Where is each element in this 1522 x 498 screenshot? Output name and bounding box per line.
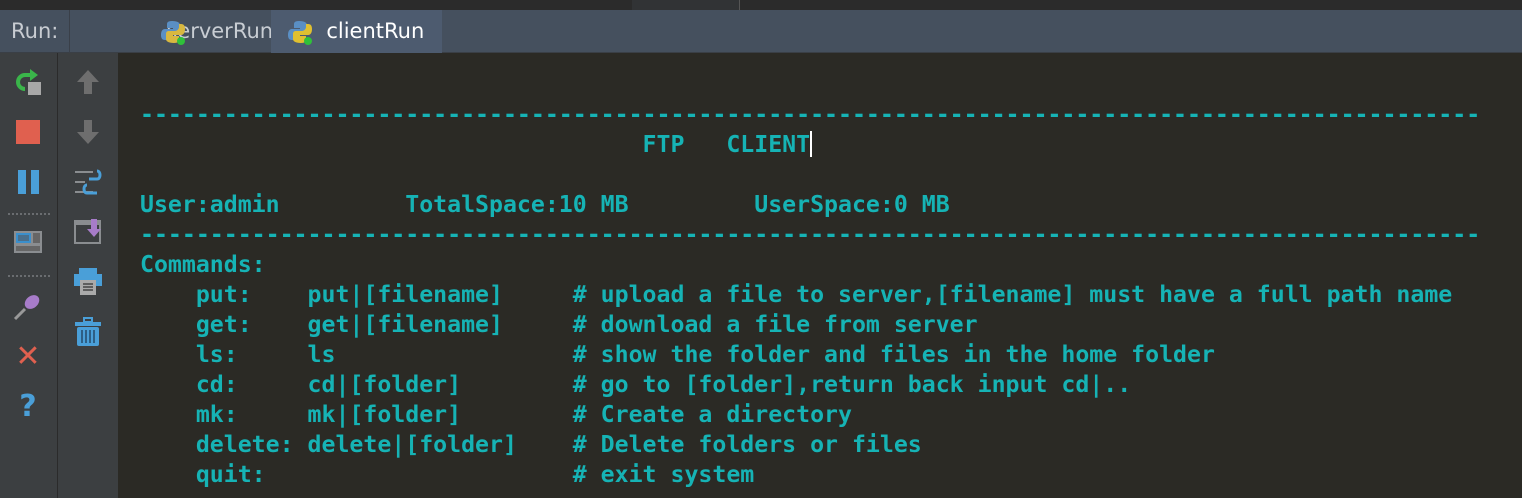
console-line: delete: delete|[folder] # Delete folders…: [140, 431, 922, 458]
down-arrow-icon[interactable]: [73, 117, 103, 147]
tab-client-run[interactable]: clientRun: [271, 9, 443, 53]
console-line: put: put|[filename] # upload a file to s…: [140, 281, 1453, 308]
run-tab-bar: Run: serverRun clientRun: [0, 9, 1522, 53]
console-toolbar: [58, 53, 118, 498]
trash-icon[interactable]: [73, 317, 103, 347]
banner-title: FTP CLIENT: [140, 131, 811, 158]
console-text: ----------------------------------------…: [140, 70, 1480, 490]
python-icon: [161, 20, 186, 45]
python-icon: [288, 20, 313, 45]
console-line: quit: # exit system: [140, 461, 755, 488]
print-icon[interactable]: [73, 267, 103, 297]
tab-server-run[interactable]: serverRun: [70, 10, 273, 53]
stop-icon[interactable]: [13, 117, 43, 147]
editor-strip: [0, 0, 1522, 10]
separator: [8, 275, 50, 277]
pin-icon[interactable]: [13, 291, 43, 321]
rerun-icon[interactable]: [13, 67, 43, 97]
separator: [8, 213, 50, 215]
console-line: ----------------------------------------…: [140, 101, 1481, 128]
tab-label: clientRun: [326, 19, 425, 43]
console-line: ----------------------------------------…: [140, 221, 1481, 248]
console-line: mk: mk|[folder] # Create a directory: [140, 401, 852, 428]
console-line: ls: ls # show the folder and files in th…: [140, 341, 1215, 368]
pause-icon[interactable]: [13, 167, 43, 197]
layout-icon[interactable]: [13, 227, 43, 257]
run-label: Run:: [0, 9, 71, 53]
console-output[interactable]: ----------------------------------------…: [118, 53, 1522, 498]
console-line: Commands:: [140, 251, 266, 278]
close-icon[interactable]: ✕: [13, 339, 43, 374]
soft-wrap-icon[interactable]: [73, 167, 103, 197]
console-line: User:admin TotalSpace:10 MB UserSpace:0 …: [140, 191, 950, 218]
text-cursor: [810, 131, 813, 157]
console-line: cd: cd|[folder] # go to [folder],return …: [140, 371, 1132, 398]
console-line: get: get|[filename] # download a file fr…: [140, 311, 978, 338]
up-arrow-icon[interactable]: [73, 67, 103, 97]
editor-gutter: [632, 0, 740, 10]
help-icon[interactable]: ?: [13, 389, 43, 424]
scroll-to-end-icon[interactable]: [73, 217, 103, 247]
run-toolbar: ✕ ?: [0, 53, 58, 498]
console-line: FTP CLIENT: [140, 130, 1480, 160]
